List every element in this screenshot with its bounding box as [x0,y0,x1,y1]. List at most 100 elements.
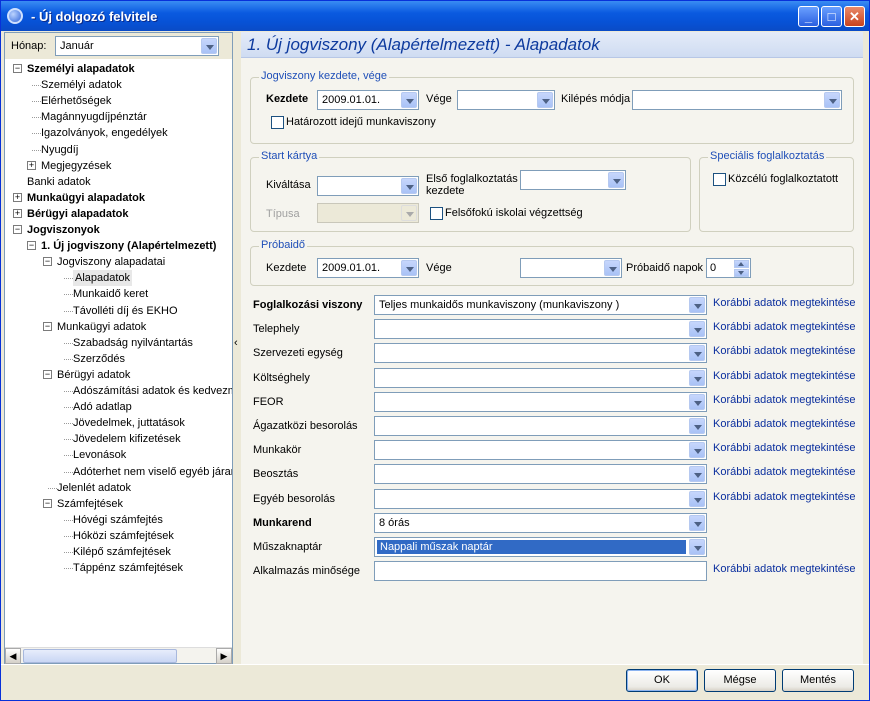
tree-item[interactable]: Levonások [73,447,126,463]
tree-item[interactable]: Számfejtések [57,496,123,512]
tree-item[interactable]: Munkaügyi adatok [57,319,146,335]
history-link[interactable]: Korábbi adatok megtekintése [713,345,855,357]
cancel-button[interactable]: Mégse [704,669,776,692]
tree-item[interactable]: Elérhetőségek [41,93,111,109]
tree-item[interactable]: Személyi adatok [41,77,122,93]
save-button[interactable]: Mentés [782,669,854,692]
collapse-icon[interactable]: − [13,225,22,234]
tree-item[interactable]: Adó adatlap [73,399,132,415]
tree-connector [64,342,73,344]
chevron-down-icon [401,205,417,221]
scroll-right-icon[interactable]: ▶ [216,648,232,664]
history-link[interactable]: Korábbi adatok megtekintése [713,442,855,454]
field-select[interactable] [374,343,707,364]
chevron-down-icon [401,178,417,194]
field-select[interactable]: Nappali műszak naptár [374,537,707,557]
probaido-napok-stepper[interactable]: 0 [706,258,751,278]
horizontal-scrollbar[interactable]: ◀ ▶ [5,647,232,664]
tree-item[interactable]: Adószámítási adatok és kedvezmények [73,383,232,399]
field-select[interactable]: Teljes munkaidős munkaviszony (munkavisz… [374,295,707,315]
tree-item[interactable]: Munkaidő keret [73,286,148,302]
probaido-kezdete-select[interactable]: 2009.01.01. [317,258,419,278]
minimize-button[interactable]: _ [798,6,819,27]
group-jogviszony: Jogviszony kezdete, vége Kezdete 2009.01… [250,70,854,144]
tree-item[interactable]: Bérügyi adatok [57,367,130,383]
field-select[interactable] [374,416,707,436]
tree-item[interactable]: Hóvégi számfejtés [73,512,163,528]
tree-item[interactable]: Hóközi számfejtések [73,528,174,544]
history-link[interactable]: Korábbi adatok megtekintése [713,466,855,478]
collapse-icon[interactable]: − [43,257,52,267]
field-select[interactable]: 8 órás [374,512,707,533]
kezdete-value: 2009.01.01. [322,94,381,106]
history-link[interactable]: Korábbi adatok megtekintése [713,297,855,309]
tree-item[interactable]: Szerződés [73,351,125,367]
field-select[interactable] [374,367,707,388]
history-link[interactable]: Korábbi adatok megtekintése [713,370,855,382]
spin-down-icon[interactable] [734,269,749,277]
kivaltasa-select[interactable] [317,176,419,196]
field-select[interactable] [374,319,707,340]
hatarozott-checkbox[interactable]: Határozott idejű munkaviszony [271,116,436,130]
close-button[interactable]: ✕ [844,6,865,27]
panel-splitter[interactable]: ‹ [233,32,241,664]
felsofoku-checkbox[interactable]: Felsőfokú iskolai végzettség [430,207,583,221]
tree-item[interactable]: Igazolványok, engedélyek [41,125,168,141]
history-link[interactable]: Korábbi adatok megtekintése [713,394,855,406]
kilepes-select[interactable] [632,90,842,110]
scroll-left-icon[interactable]: ◀ [5,648,21,664]
field-select[interactable] [374,464,707,485]
field-select[interactable] [374,488,707,509]
tree-connector [32,133,41,135]
tree-item[interactable]: Távolléti díj és EKHO [73,303,178,319]
field-select[interactable] [374,440,707,461]
tree-item[interactable]: Adóterhet nem viselő egyéb járandóságok [73,464,232,480]
kezdete-date-select[interactable]: 2009.01.01. [317,90,419,110]
tree-item[interactable]: Jogviszony alapadatai [57,254,165,270]
collapse-icon[interactable]: − [13,64,22,73]
tree-item[interactable]: Alapadatok [73,270,133,287]
chevron-down-icon [537,92,553,108]
spin-up-icon[interactable] [734,260,749,268]
kozcelu-checkbox[interactable]: Közcélú foglalkoztatott [713,173,838,187]
tree-item[interactable]: Munkaügyi alapadatok [27,190,145,206]
tree-item[interactable]: Jövedelem kifizetések [73,431,181,447]
collapse-icon[interactable]: − [43,369,52,379]
elso-foglalkoztatas-select[interactable] [520,170,626,190]
history-link[interactable]: Korábbi adatok megtekintése [713,321,855,333]
tree-item[interactable]: Jelenlét adatok [57,480,131,496]
history-link[interactable]: Korábbi adatok megtekintése [713,418,855,430]
expand-icon[interactable]: + [13,192,22,202]
field-select[interactable] [374,391,707,412]
ok-button[interactable]: OK [626,669,698,692]
month-select[interactable]: Január [55,36,219,56]
tree-item[interactable]: Táppénz számfejtések [73,560,183,576]
history-link[interactable]: Korábbi adatok megtekintése [713,563,855,575]
expand-icon[interactable]: + [27,160,36,170]
tree-item[interactable]: Magánnyugdíjpénztár [41,109,147,125]
tree-item[interactable]: Megjegyzések [41,158,111,174]
field-input[interactable] [374,561,707,582]
tree-item[interactable]: Szabadság nyilvántartás [73,335,193,351]
tree-item[interactable]: Bérügyi alapadatok [27,206,128,222]
collapse-icon[interactable]: − [27,241,36,251]
tree-item[interactable]: Jogviszonyok [27,222,100,238]
tree-item[interactable]: 1. Új jogviszony (Alapértelmezett) [41,238,216,254]
probaido-vege-label: Vége [426,262,452,274]
tree-item[interactable]: Kilépő számfejtések [73,544,171,560]
probaido-napok-label: Próbaidő napok [626,262,704,274]
vege-date-select[interactable] [457,90,555,110]
scrollbar-thumb[interactable] [23,649,177,663]
collapse-icon[interactable]: − [43,321,52,331]
collapse-left-icon[interactable]: ‹ [234,337,238,349]
collapse-icon[interactable]: − [43,498,52,508]
maximize-button[interactable]: □ [821,6,842,27]
history-link[interactable]: Korábbi adatok megtekintése [713,491,855,503]
tree-item[interactable]: Nyugdíj [41,142,78,158]
tree-item[interactable]: Banki adatok [27,174,91,190]
probaido-kezdete-label: Kezdete [266,262,307,274]
tree-item[interactable]: Jövedelmek, juttatások [73,415,185,431]
probaido-vege-select[interactable] [520,258,622,278]
tree-item[interactable]: Személyi alapadatok [27,61,135,77]
expand-icon[interactable]: + [13,208,22,218]
